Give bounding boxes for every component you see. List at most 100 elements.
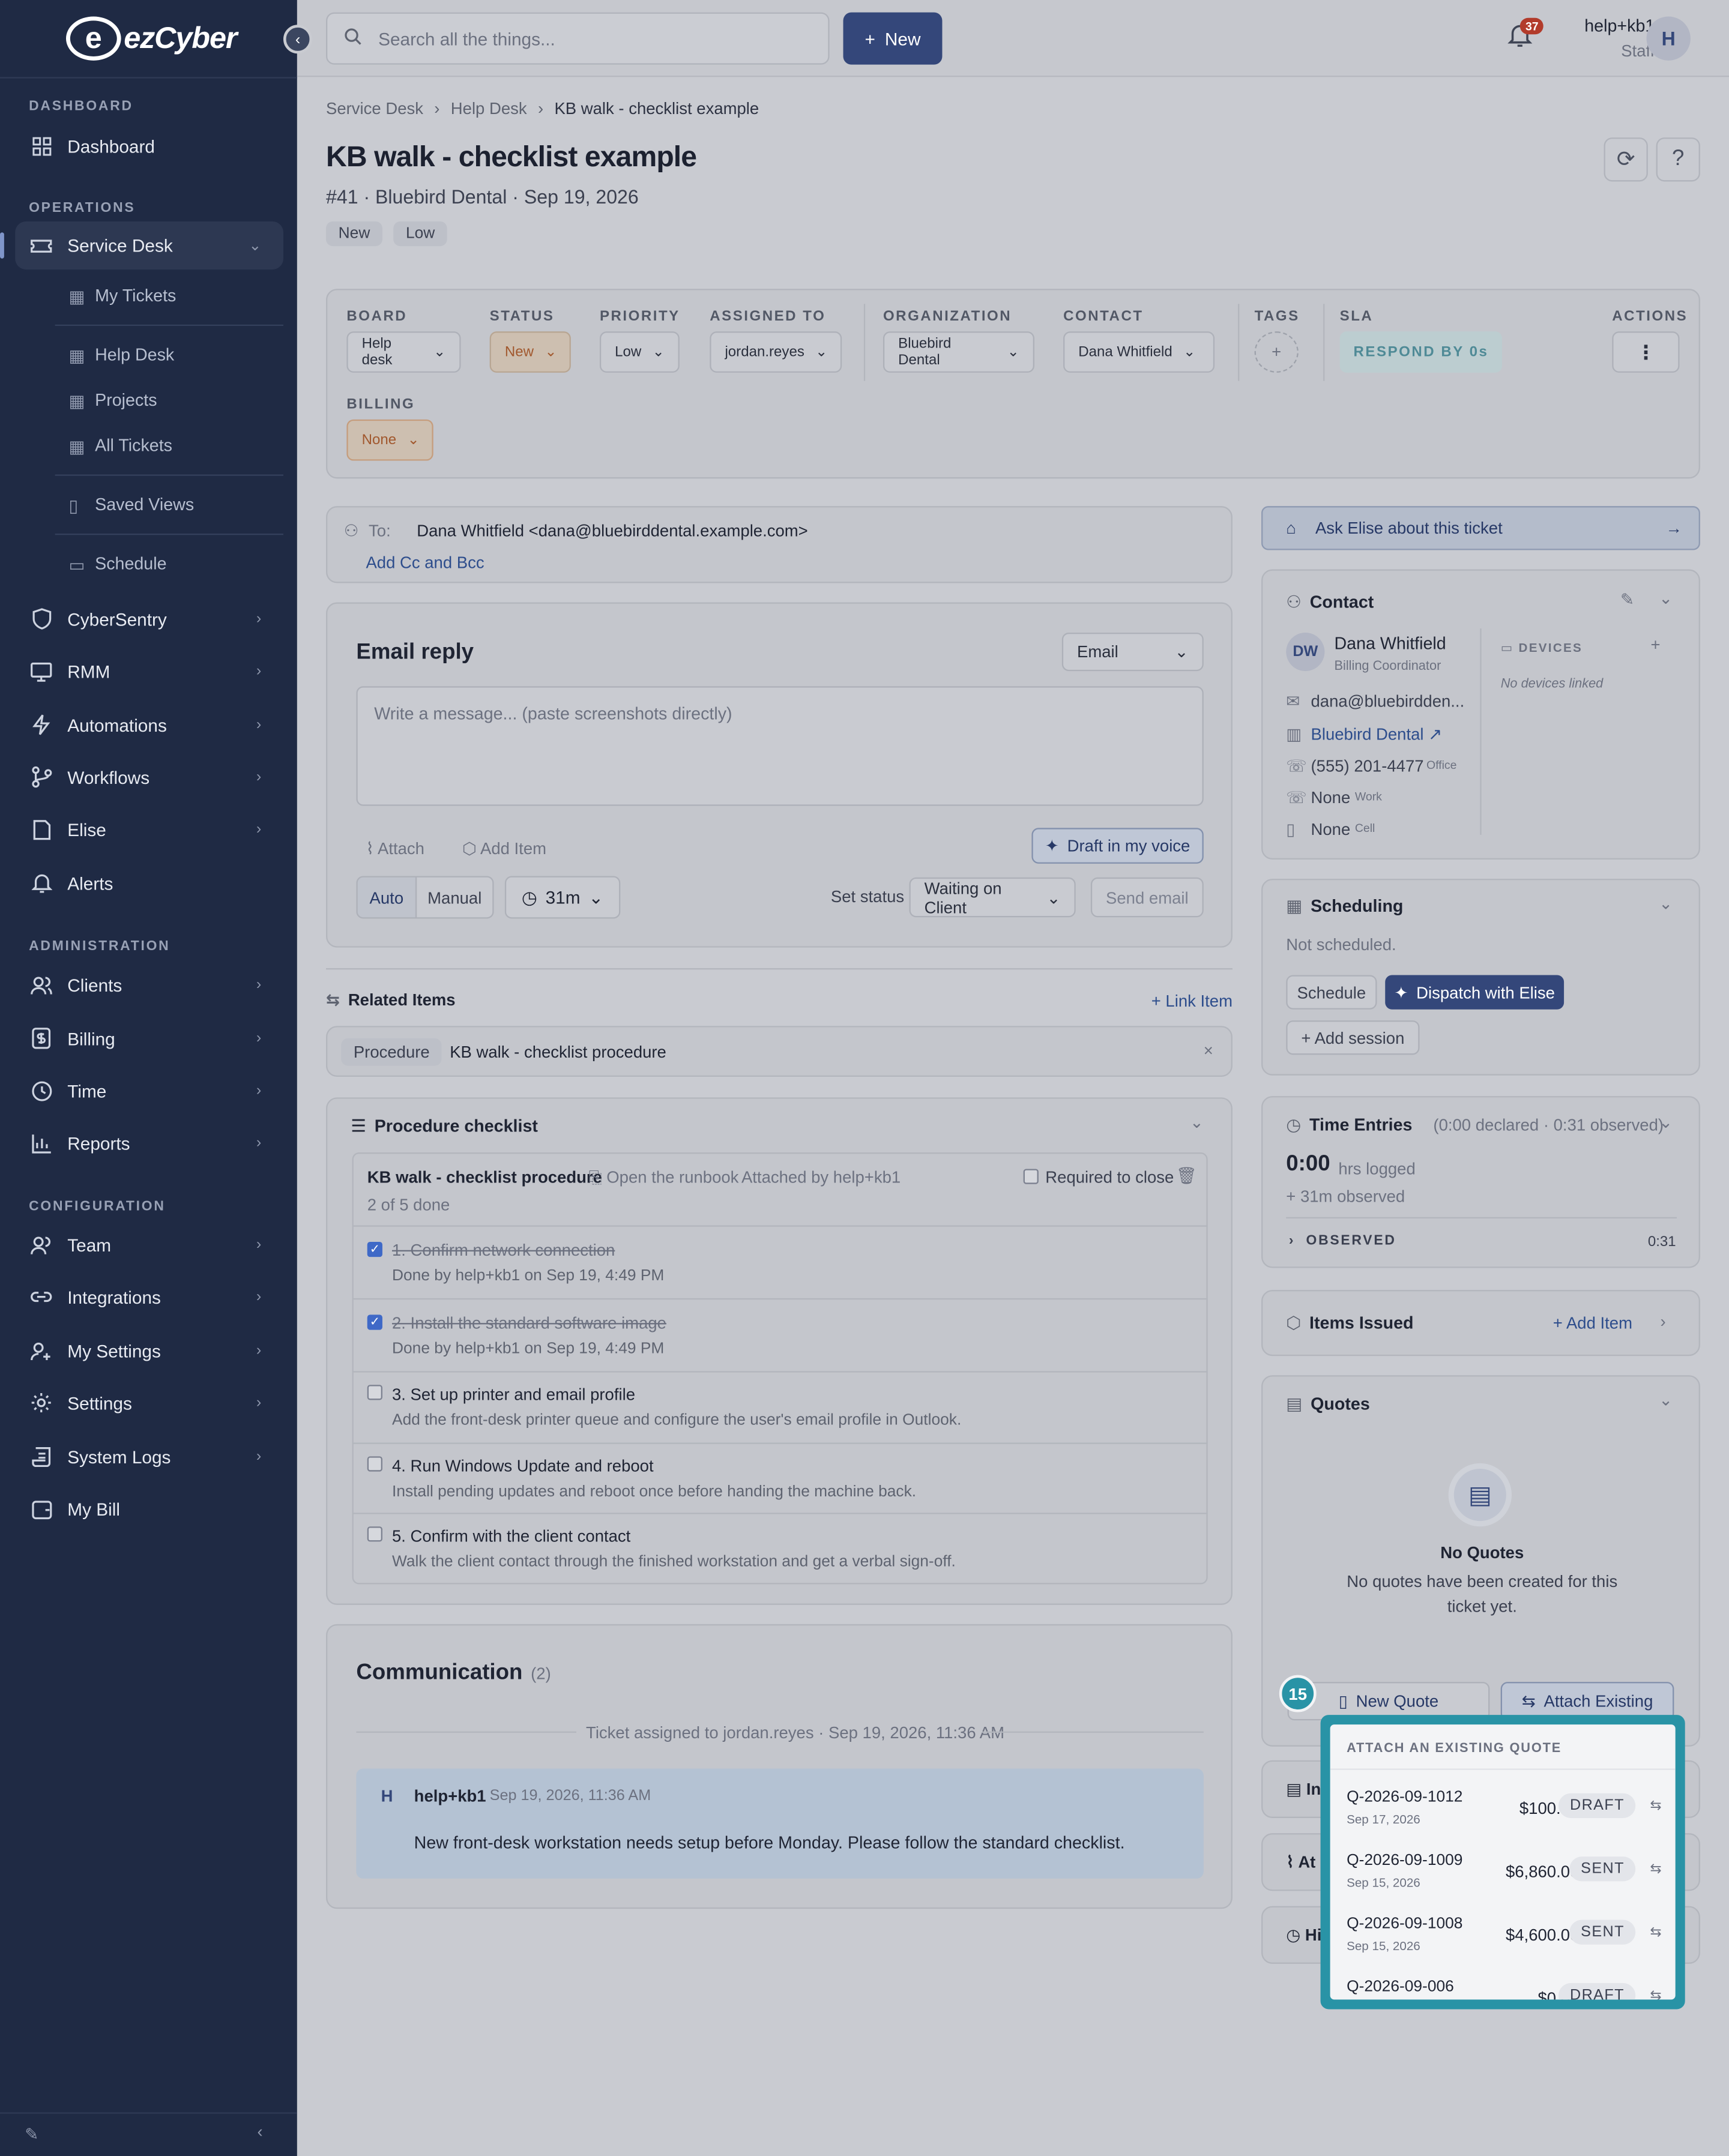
contact-select[interactable]: Dana Whitfield ⌄ <box>1063 331 1215 373</box>
quote-option[interactable]: Q-2026-09-1009 Sep 15, 2026 $6,860.00 SE… <box>1330 1838 1676 1902</box>
sidebar-item-service-desk[interactable]: Service Desk ⌄ <box>0 221 283 270</box>
observed-toggle[interactable]: › OBSERVED <box>1289 1233 1396 1248</box>
collapse-time-chevron-icon[interactable]: ⌄ <box>1659 1113 1673 1132</box>
add-item-button[interactable]: ⬡ Add Item <box>462 839 546 858</box>
sidebar-item-label: System Logs <box>67 1446 171 1467</box>
sidebar-subitem-saved-views[interactable]: ▯ Saved Views <box>69 488 195 521</box>
checklist-item-checkbox[interactable]: ✓ <box>367 1314 382 1330</box>
user-avatar[interactable]: H <box>1646 16 1691 61</box>
sidebar-subitem-my-tickets[interactable]: ▦ My Tickets <box>69 279 177 312</box>
breadcrumb-service-desk[interactable]: Service Desk <box>326 99 423 118</box>
help-button[interactable]: ? <box>1656 137 1700 182</box>
collapse-checklist-chevron-icon[interactable]: ⌄ <box>1190 1113 1204 1132</box>
field-label-organization: ORGANIZATION <box>883 308 1012 325</box>
sidebar-item-integrations[interactable]: Integrations › <box>29 1276 283 1317</box>
sidebar-item-system-logs[interactable]: System Logs › <box>29 1436 283 1477</box>
collapse-scheduling-chevron-icon[interactable]: ⌄ <box>1659 894 1673 913</box>
global-search[interactable]: Search all the things... <box>326 12 830 65</box>
to-recipient[interactable]: Dana Whitfield <dana@bluebirddental.exam… <box>417 521 808 540</box>
add-cc-bcc-link[interactable]: Add Cc and Bcc <box>366 553 484 572</box>
mode-auto-toggle[interactable]: Auto <box>356 876 417 919</box>
chevron-down-icon: ⌄ <box>1046 887 1061 908</box>
link-item-button[interactable]: + Link Item <box>1151 992 1233 1011</box>
contact-organization-link[interactable]: Bluebird Dental ↗ <box>1311 724 1443 744</box>
open-runbook-link[interactable]: ⎘ Open the runbook <box>589 1167 739 1188</box>
sidebar-item-team[interactable]: Team › <box>29 1224 283 1265</box>
sidebar-item-my-bill[interactable]: My Bill <box>29 1488 283 1529</box>
channel-select[interactable]: Email ⌄ <box>1061 632 1204 672</box>
quote-option[interactable]: Q-2026-09-1012 Sep 17, 2026 $100.00 DRAF… <box>1330 1775 1676 1838</box>
checklist-item-checkbox[interactable] <box>367 1456 382 1472</box>
mode-manual-toggle[interactable]: Manual <box>415 876 494 919</box>
quote-option[interactable]: Q-2026-09-1008 Sep 15, 2026 $4,600.00 SE… <box>1330 1902 1676 1965</box>
edit-icon[interactable]: ✎ <box>25 2125 38 2144</box>
sidebar-item-billing[interactable]: Billing › <box>29 1017 283 1059</box>
scroll-icon <box>29 1444 53 1469</box>
add-item-link[interactable]: + Add Item <box>1553 1313 1632 1332</box>
sidebar-item-workflows[interactable]: Workflows › <box>29 756 283 798</box>
chevron-right-icon[interactable]: › <box>1660 1312 1665 1331</box>
status-select[interactable]: New ⌄ <box>489 331 571 373</box>
contact-name[interactable]: Dana Whitfield <box>1334 634 1446 653</box>
organization-select[interactable]: Bluebird Dental ⌄ <box>883 331 1034 373</box>
sidebar-item-rmm[interactable]: RMM › <box>29 651 283 692</box>
quote-status-badge: SENT <box>1569 1856 1636 1882</box>
billing-select[interactable]: None ⌄ <box>346 419 433 461</box>
add-session-button[interactable]: + Add session <box>1286 1020 1420 1055</box>
collapse-contact-chevron-icon[interactable]: ⌄ <box>1659 589 1673 608</box>
sidebar-item-cybersentry[interactable]: CyberSentry › <box>29 598 283 640</box>
checklist-item-checkbox[interactable]: ✓ <box>367 1241 382 1257</box>
set-status-select[interactable]: Waiting on Client ⌄ <box>909 877 1076 918</box>
search-input[interactable]: Search all the things... <box>378 28 555 49</box>
add-tag-button[interactable]: + <box>1254 331 1299 373</box>
timer-select[interactable]: ◷ 31m ⌄ <box>504 876 621 919</box>
remove-related-icon[interactable]: × <box>1204 1041 1213 1060</box>
required-to-close-checkbox[interactable] <box>1023 1169 1039 1184</box>
sidebar-item-my-settings[interactable]: My Settings › <box>29 1330 283 1372</box>
collapse-quotes-chevron-icon[interactable]: ⌄ <box>1659 1390 1673 1409</box>
sidebar-subitem-help-desk[interactable]: ▦ Help Desk <box>69 339 175 372</box>
brand-logo[interactable]: e ezCyber <box>65 15 237 62</box>
phone-icon: ☏ <box>1286 756 1307 776</box>
sidebar-item-time[interactable]: Time › <box>29 1070 283 1112</box>
add-device-button[interactable]: + <box>1650 636 1660 655</box>
new-button[interactable]: + New <box>843 12 943 65</box>
sidebar-subitem-projects[interactable]: ▦ Projects <box>69 384 157 417</box>
sidebar-item-dashboard[interactable]: Dashboard <box>29 125 283 166</box>
priority-select[interactable]: Low ⌄ <box>599 331 680 373</box>
message-textarea[interactable]: Write a message... (paste screenshots di… <box>356 686 1204 806</box>
notifications-button[interactable]: 37 <box>1507 17 1544 52</box>
checklist-item-title: 4. Run Windows Update and reboot <box>391 1456 654 1476</box>
sidebar-item-alerts[interactable]: Alerts <box>29 863 283 904</box>
contact-email[interactable]: dana@bluebirdden... <box>1311 691 1465 711</box>
checklist-item-checkbox[interactable] <box>367 1526 382 1542</box>
refresh-button[interactable]: ⟳ <box>1604 137 1648 182</box>
collapse-chevron-icon[interactable]: ‹ <box>257 2122 262 2141</box>
ask-elise-button[interactable]: ⌂ Ask Elise about this ticket → <box>1261 506 1700 550</box>
checklist-item-checkbox[interactable] <box>367 1385 382 1400</box>
quote-option[interactable]: Q-2026-09-006 $0.00 DRAFT ⇆ <box>1330 1965 1676 2000</box>
assignee-select[interactable]: jordan.reyes ⌄ <box>710 331 842 373</box>
dispatch-with-elise-button[interactable]: ✦ Dispatch with Elise <box>1385 975 1565 1010</box>
sidebar-item-automations[interactable]: Automations › <box>29 704 283 745</box>
sidebar-item-clients[interactable]: Clients › <box>29 964 283 1005</box>
sidebar-item-reports[interactable]: Reports › <box>29 1122 283 1164</box>
actions-menu-button[interactable]: ⋮ <box>1612 331 1680 373</box>
sidebar-item-settings[interactable]: Settings › <box>29 1382 283 1424</box>
sidebar-subitem-all-tickets[interactable]: ▦ All Tickets <box>69 429 172 462</box>
trash-icon[interactable]: 🗑 <box>1176 1166 1197 1185</box>
sidebar-subitem-schedule[interactable]: ▭ Schedule <box>69 547 167 580</box>
board-select[interactable]: Help desk ⌄ <box>346 331 461 373</box>
sidebar-collapse-button[interactable]: ‹ <box>283 25 313 54</box>
breadcrumb-help-desk[interactable]: Help Desk <box>451 99 527 118</box>
send-email-button[interactable]: Send email <box>1090 877 1204 918</box>
sidebar-item-elise[interactable]: Elise › <box>29 808 283 850</box>
edit-contact-icon[interactable]: ✎ <box>1620 590 1634 609</box>
attach-button[interactable]: ⌇ Attach <box>366 839 424 858</box>
time-title-label: Time Entries <box>1309 1115 1413 1134</box>
related-item-row[interactable]: Procedure KB walk - checklist procedure … <box>326 1026 1233 1077</box>
phone-office[interactable]: (555) 201-4477 <box>1311 756 1424 775</box>
draft-in-my-voice-button[interactable]: ✦ Draft in my voice <box>1031 828 1204 864</box>
attach-existing-label: Attach Existing <box>1543 1691 1653 1711</box>
schedule-button[interactable]: Schedule <box>1286 975 1377 1010</box>
